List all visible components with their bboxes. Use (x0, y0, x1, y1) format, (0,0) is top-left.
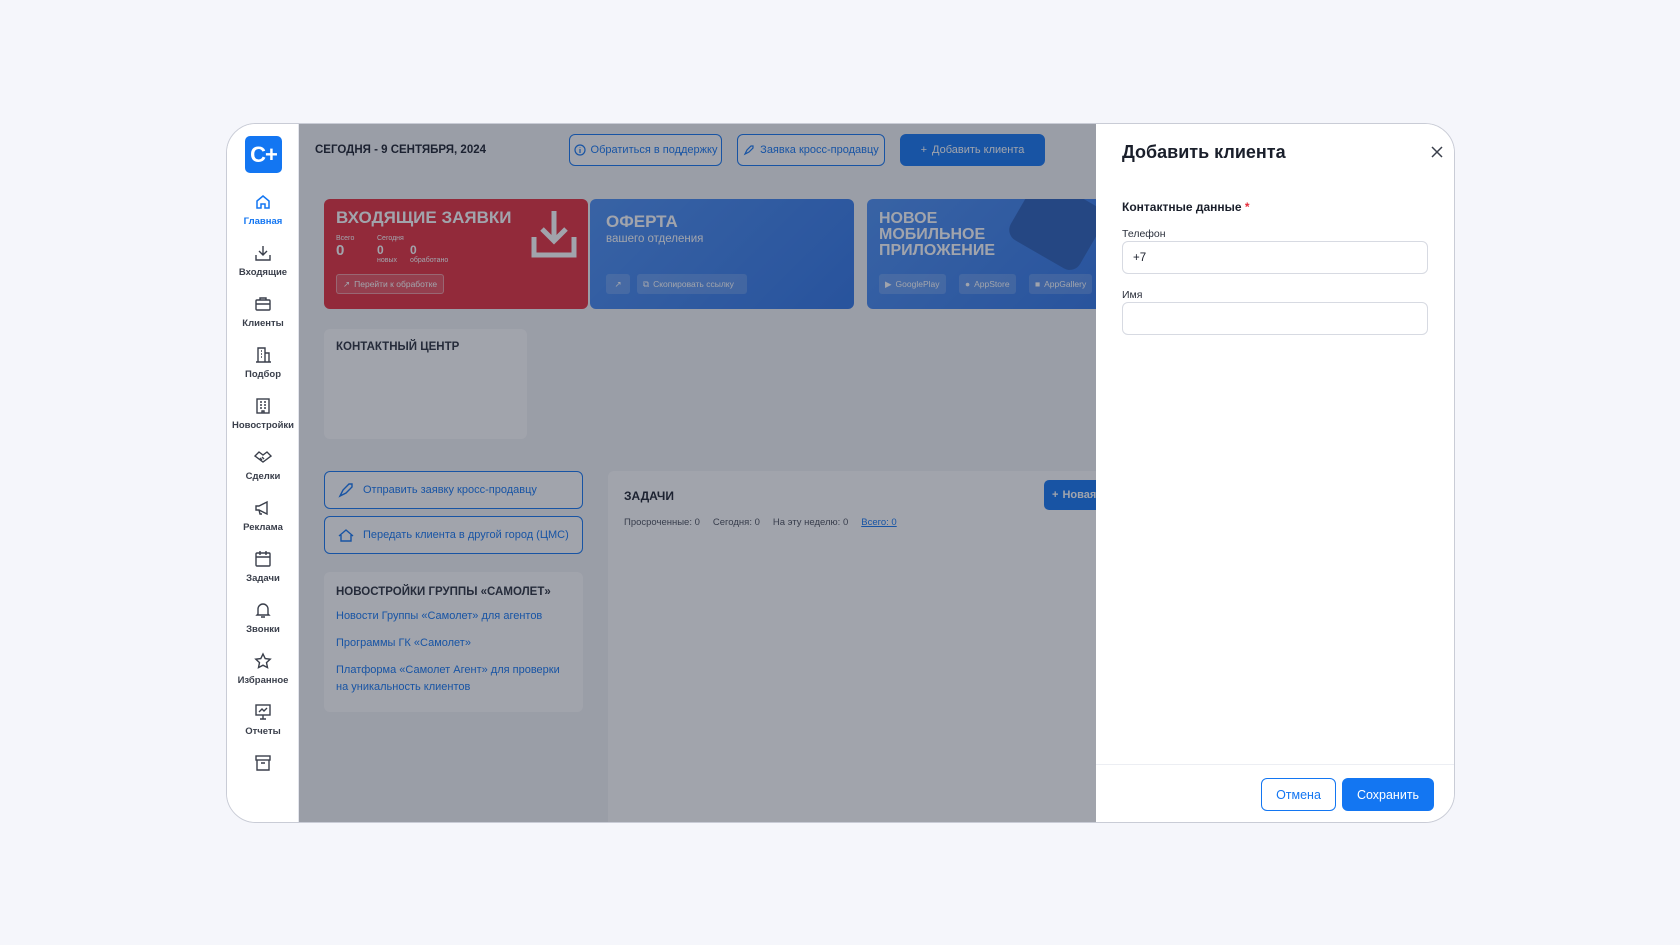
name-field[interactable] (1122, 302, 1428, 335)
sidebar-item-archive[interactable] (227, 753, 299, 803)
sidebar-item-label: Новостройки (231, 420, 295, 431)
sidebar-item-new-buildings[interactable]: Новостройки (227, 396, 299, 446)
building-icon (256, 347, 271, 363)
megaphone-icon (255, 500, 268, 516)
name-label: Имя (1122, 289, 1143, 301)
drawer-footer-divider (1096, 764, 1454, 765)
sidebar-item-label: Избранное (237, 675, 289, 686)
inbox-icon (255, 246, 271, 261)
archive-icon (255, 755, 271, 771)
sidebar-item-home[interactable]: Главная (227, 192, 299, 242)
presentation-icon (255, 704, 271, 720)
logo[interactable]: С+ (245, 136, 282, 173)
required-mark: * (1244, 200, 1250, 214)
sidebar-item-label: Звонки (246, 624, 280, 635)
sidebar-item-label: Отчеты (245, 726, 281, 737)
briefcase-icon (255, 297, 271, 311)
office-building-icon (256, 398, 270, 414)
sidebar-item-label: Главная (243, 216, 283, 227)
sidebar-item-label: Реклама (243, 522, 283, 533)
sidebar-item-label: Сделки (245, 471, 281, 482)
phone-field[interactable]: +7 (1122, 241, 1428, 274)
sidebar-item-label: Входящие (238, 267, 288, 278)
sidebar-item-deals[interactable]: Сделки (227, 447, 299, 497)
sidebar-item-label: Клиенты (242, 318, 284, 329)
modal-backdrop[interactable] (299, 124, 1096, 822)
sidebar-item-ads[interactable]: Реклама (227, 498, 299, 548)
sidebar-item-tasks[interactable]: Задачи (227, 549, 299, 599)
star-icon (254, 652, 272, 669)
close-icon[interactable] (1429, 144, 1445, 160)
phone-label: Телефон (1122, 228, 1166, 240)
sidebar-item-reports[interactable]: Отчеты (227, 702, 299, 752)
drawer-title: Добавить клиента (1122, 142, 1286, 162)
sidebar-item-favorites[interactable]: Избранное (227, 651, 299, 701)
bell-icon (255, 603, 271, 618)
sidebar-item-inbox[interactable]: Входящие (227, 243, 299, 293)
home-icon (256, 195, 270, 209)
sidebar-item-label: Подбор (244, 369, 281, 380)
section-title: Контактные данные (1122, 200, 1242, 214)
sidebar-item-calls[interactable]: Звонки (227, 600, 299, 650)
add-client-drawer: Добавить клиента Контактные данные * Тел… (1096, 124, 1454, 822)
handshake-icon (253, 451, 273, 463)
save-button[interactable]: Сохранить (1342, 778, 1434, 811)
sidebar-item-clients[interactable]: Клиенты (227, 294, 299, 344)
contact-data-section: Контактные данные * (1122, 200, 1250, 214)
sidebar-item-selection[interactable]: Подбор (227, 345, 299, 395)
cancel-button[interactable]: Отмена (1261, 778, 1336, 811)
app-window: С+ Главная Входящие Клиенты Подбор Новос… (226, 123, 1455, 823)
sidebar: С+ Главная Входящие Клиенты Подбор Новос… (227, 124, 299, 822)
calendar-icon (255, 551, 271, 567)
sidebar-item-label: Задачи (246, 573, 280, 584)
